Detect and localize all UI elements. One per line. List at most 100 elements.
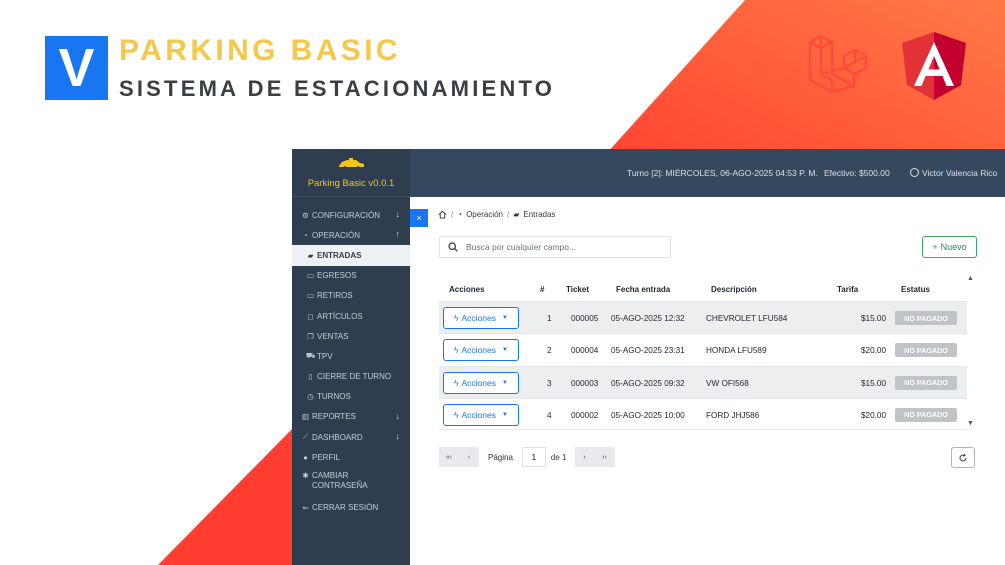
actions-dropdown-button[interactable]: ϟ Acciones ▼ xyxy=(443,307,519,329)
sidebar-item-cierre-de-turno[interactable]: ▯ CIERRE DE TURNO xyxy=(292,367,410,387)
actions-label: Acciones xyxy=(461,377,497,388)
sidebar-item-operacion[interactable]: ◔ OPERACIÓN ↑ xyxy=(292,225,410,245)
brand-logo-letter: V xyxy=(58,38,95,98)
app-name: Parking Basic v0.0.1 xyxy=(307,178,395,189)
bolt-icon: ϟ xyxy=(454,377,459,388)
cart-icon: ⛟ xyxy=(306,351,316,361)
logout-icon: ⇐ xyxy=(302,503,309,513)
cell-fecha: 05-AGO-2025 23:31 xyxy=(611,346,685,356)
sidebar-item-reportes[interactable]: ▥ REPORTES ↓ xyxy=(292,407,410,427)
col-tarifa: Tarifa xyxy=(837,285,859,294)
sidebar-item-perfil[interactable]: ● PERFIL xyxy=(292,447,410,467)
bolt-icon: ϟ xyxy=(454,345,459,356)
table-row: ϟ Acciones ▼ 1 000005 05-AGO-2025 12:32 CH… xyxy=(439,301,967,334)
status-badge: NO PAGADO xyxy=(895,407,957,422)
actions-label: Acciones xyxy=(461,409,497,420)
cell-ticket: 000003 xyxy=(571,378,599,388)
refresh-button[interactable] xyxy=(951,447,975,468)
cell-tarifa: $15.00 xyxy=(861,378,887,388)
sidebar: Parking Basic v0.0.1 ⚙ CONFIGURACIÓN ↓ ◔ OP… xyxy=(292,149,410,565)
angular-icon xyxy=(902,32,966,100)
table-scrollbar[interactable]: ▲ ▼ xyxy=(967,275,975,427)
laravel-icon xyxy=(808,34,868,94)
page-label: Página xyxy=(488,452,513,462)
page-number-input[interactable] xyxy=(521,447,546,467)
sidebar-item-retiros[interactable]: ▭ RETIROS xyxy=(292,286,410,306)
cell-num: 2 xyxy=(547,346,552,356)
col-fecha: Fecha entrada xyxy=(616,285,671,294)
slide: V PARKING BASIC SISTEMA DE ESTACIONAMIEN… xyxy=(0,0,1005,565)
entries-table: Acciones # Ticket Fecha entrada Descripc… xyxy=(439,277,967,431)
user-circle-icon xyxy=(910,168,919,177)
sidebar-item-articulos[interactable]: ◻ ARTÍCULOS xyxy=(292,306,410,326)
user-name: Victor Valencia Rico xyxy=(922,168,998,178)
sidebar-menu: ⚙ CONFIGURACIÓN ↓ ◔ OPERACIÓN ↑ ▰ ENTRADAS ▭ E… xyxy=(292,197,410,518)
actions-dropdown-button[interactable]: ϟ Acciones ▼ xyxy=(443,371,519,394)
cash-info: Efectivo: $500.00 xyxy=(824,168,890,178)
actions-dropdown-button[interactable]: ϟ Acciones ▼ xyxy=(443,403,519,426)
dashboard-icon: ◔ xyxy=(457,210,463,219)
sidebar-item-label: ARTÍCULOS xyxy=(317,311,363,321)
sidebar-item-dashboard[interactable]: ⟋ DASHBOARD ↓ xyxy=(292,427,410,447)
sidebar-item-label: ENTRADAS xyxy=(317,250,362,260)
scroll-up-icon[interactable]: ▲ xyxy=(967,275,974,282)
status-badge: NO PAGADO xyxy=(895,343,957,358)
col-num: # xyxy=(540,285,545,294)
cell-tarifa: $15.00 xyxy=(861,314,887,323)
breadcrumb-operacion[interactable]: Operación xyxy=(466,210,503,219)
sidebar-item-label: PERFIL xyxy=(312,452,341,462)
breadcrumb-entradas: Entradas xyxy=(523,210,556,219)
sidebar-item-label: EGRESOS xyxy=(317,271,357,281)
user-icon: ● xyxy=(303,452,308,462)
sidebar-item-label: CERRAR SESIÓN xyxy=(312,503,379,513)
last-page-button[interactable]: ›› xyxy=(594,447,615,467)
cell-num: 3 xyxy=(547,378,552,388)
money-icon: ▭ xyxy=(306,291,315,301)
col-acciones: Acciones xyxy=(449,285,485,294)
table-row: ϟ Acciones ▼ 2 000004 05-AGO-2025 23:31 HO… xyxy=(439,333,967,365)
cell-descripcion: CHEVROLET LFU584 xyxy=(706,314,788,323)
scroll-down-icon[interactable]: ▼ xyxy=(967,420,974,427)
prev-page-button[interactable]: ‹ xyxy=(459,447,479,467)
sidebar-item-configuracion[interactable]: ⚙ CONFIGURACIÓN ↓ xyxy=(292,205,410,225)
arrow-down-icon: ↓ xyxy=(395,209,401,219)
sidebar-item-label: DASHBOARD xyxy=(312,432,363,442)
cell-descripcion: HONDA LFU589 xyxy=(706,346,767,356)
car-icon: ▰ xyxy=(513,210,520,219)
cell-fecha: 05-AGO-2025 12:32 xyxy=(611,314,685,323)
cell-num: 1 xyxy=(547,314,552,323)
breadcrumb-separator: / xyxy=(507,210,510,219)
sidebar-item-turnos[interactable]: ◷ TURNOS xyxy=(292,387,410,407)
home-icon[interactable] xyxy=(438,210,447,219)
table-header: Acciones # Ticket Fecha entrada Descripc… xyxy=(439,277,967,301)
refresh-icon xyxy=(959,453,967,461)
next-page-button[interactable]: › xyxy=(574,447,595,467)
sidebar-item-label: VENTAS xyxy=(317,331,349,341)
first-page-button[interactable]: «‹ xyxy=(439,447,459,467)
sidebar-item-cerrar-sesion[interactable]: ⇐ CERRAR SESIÓN xyxy=(292,497,410,517)
line-chart-icon: ⟋ xyxy=(302,432,309,442)
clock-icon: ◷ xyxy=(307,392,314,402)
sidebar-item-ventas[interactable]: ❐ VENTAS xyxy=(292,326,410,346)
caret-down-icon: ▼ xyxy=(502,379,508,386)
sidebar-item-cambiar-contrasena[interactable]: ✱ CAMBIAR CONTRASEÑA xyxy=(292,467,410,497)
car-icon: ▰ xyxy=(307,250,314,260)
money-icon: ▭ xyxy=(306,271,315,281)
actions-dropdown-button[interactable]: ϟ Acciones ▼ xyxy=(443,339,519,362)
sidebar-item-label: CIERRE DE TURNO xyxy=(317,372,392,382)
sidebar-item-entradas[interactable]: ▰ ENTRADAS xyxy=(292,245,410,266)
cell-ticket: 000005 xyxy=(571,314,599,323)
search-input[interactable] xyxy=(466,242,666,252)
sidebar-item-egresos[interactable]: ▭ EGRESOS xyxy=(292,266,410,286)
sidebar-item-tpv[interactable]: ⛟ TPV xyxy=(292,346,410,366)
sidebar-header: Parking Basic v0.0.1 xyxy=(292,149,410,197)
user-menu[interactable]: Victor Valencia Rico xyxy=(910,168,997,178)
status-badge: NO PAGADO xyxy=(895,375,957,390)
new-entry-label: Nuevo xyxy=(940,242,967,252)
sidebar-item-label: TURNOS xyxy=(317,392,351,402)
bolt-icon: ϟ xyxy=(454,313,459,323)
copy-icon: ❐ xyxy=(307,331,314,341)
breadcrumb-separator: / xyxy=(451,210,454,219)
cell-num: 4 xyxy=(547,410,552,420)
new-entry-button[interactable]: + Nuevo xyxy=(922,236,977,258)
